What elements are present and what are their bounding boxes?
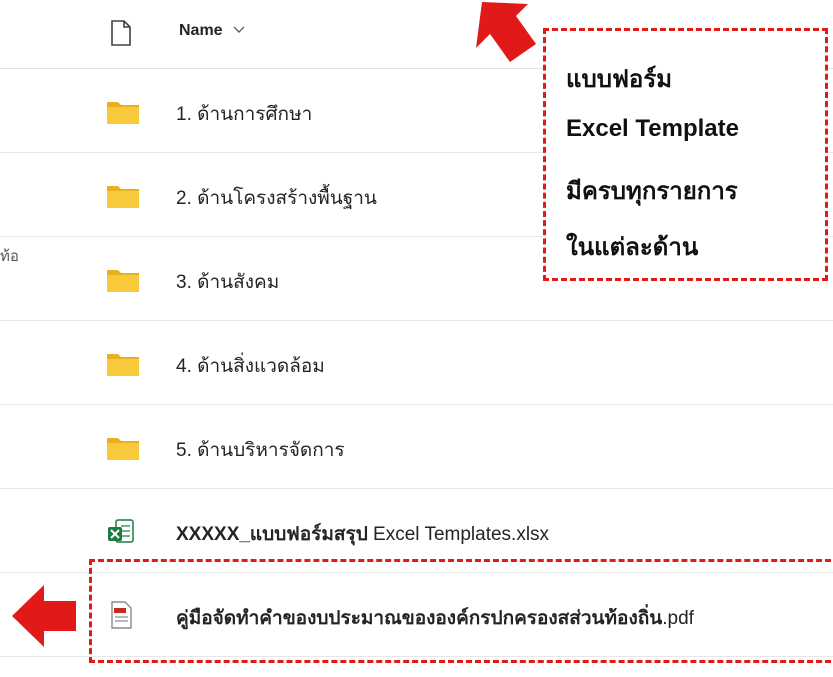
highlight-box [89,559,833,663]
chevron-down-icon[interactable] [233,26,245,34]
folder-icon [107,438,139,460]
red-arrow-left-icon [12,585,76,647]
red-arrow-up-icon [476,2,536,62]
folder-icon [107,186,139,208]
name-column-header[interactable]: Name [179,22,223,40]
folder-icon [107,270,139,292]
file-type-icon [111,20,131,46]
row-name[interactable]: 1. ด้านการศึกษา [176,99,312,129]
callout-line: Excel Template [566,115,739,142]
callout-line: แบบฟอร์ม [566,66,673,93]
callout-line: มีครบทุกรายการ [566,178,738,205]
callout-line: ในแต่ละด้าน [566,234,699,261]
row-name-prefix: XXXXX_แบบฟอร์มสรุป [176,524,368,545]
list-item[interactable]: 4. ด้านสิ่งแวดล้อม [0,321,833,405]
row-name[interactable]: XXXXX_แบบฟอร์มสรุป Excel Templates.xlsx [176,519,549,549]
excel-file-icon [108,519,134,543]
callout-box: แบบฟอร์ม Excel Template มีครบทุกรายการ ใ… [543,28,828,281]
row-name[interactable]: 2. ด้านโครงสร้างพื้นฐาน [176,183,377,213]
folder-icon [107,102,139,124]
row-name-suffix: Excel Templates.xlsx [367,524,550,545]
row-name[interactable]: 5. ด้านบริหารจัดการ [176,435,345,465]
row-name[interactable]: 4. ด้านสิ่งแวดล้อม [176,351,325,381]
list-item[interactable]: 5. ด้านบริหารจัดการ [0,405,833,489]
folder-icon [107,354,139,376]
row-name[interactable]: 3. ด้านสังคม [176,267,279,297]
